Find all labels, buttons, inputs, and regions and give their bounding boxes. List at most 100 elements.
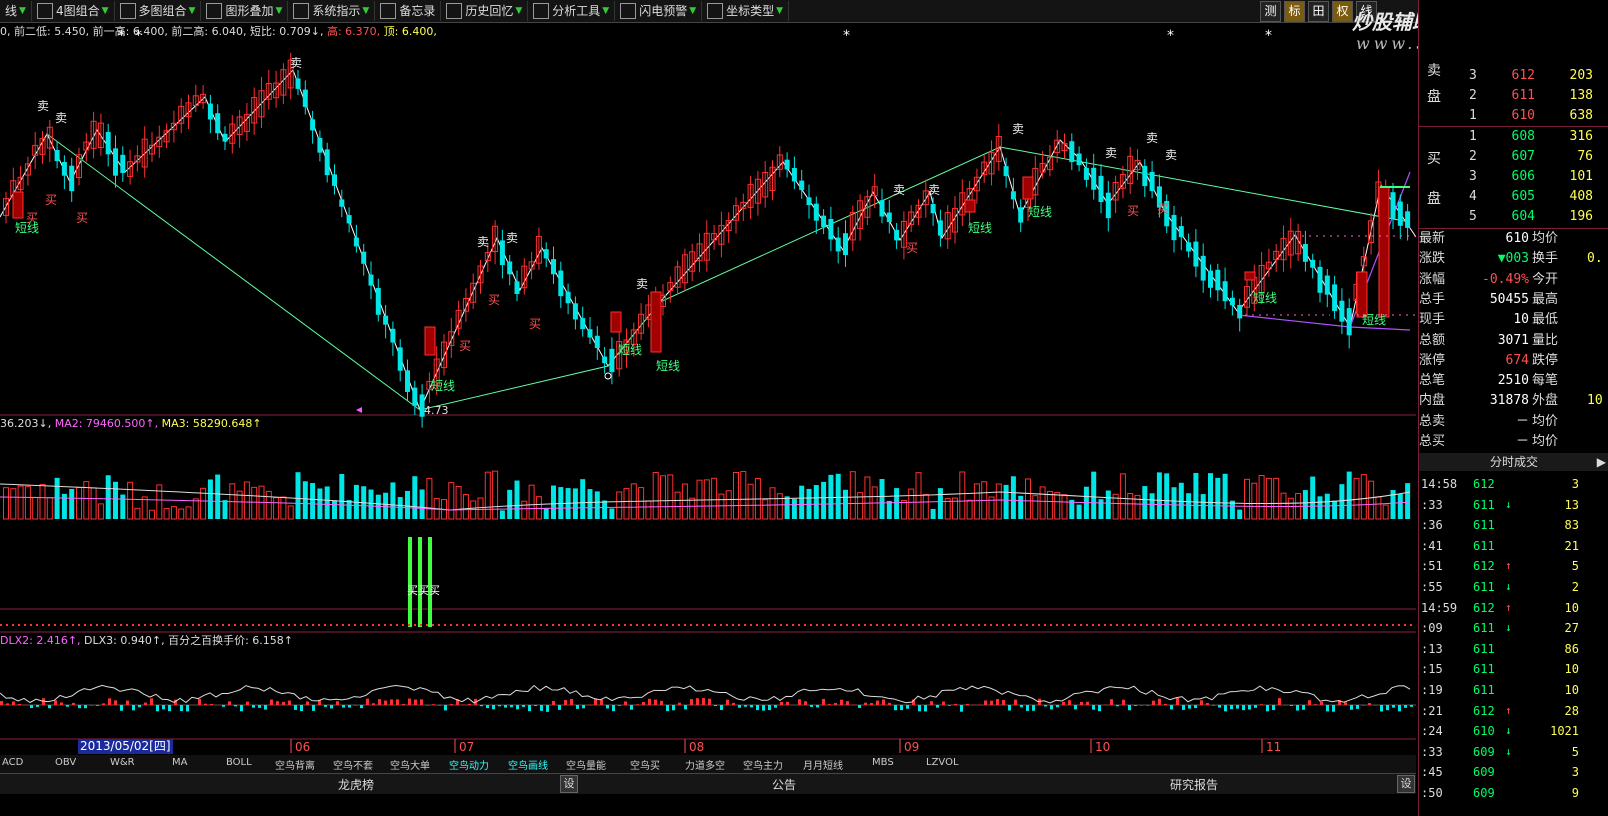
dropdown-arrow-icon: ▼ [101,6,109,16]
footer-settings-1[interactable]: 设 [560,775,578,793]
indicator-tab-4[interactable]: BOLL [226,757,252,768]
candle-body-down [1339,300,1345,322]
chart-mode-button-0[interactable]: 测 [1260,1,1281,22]
toolbar-item-2[interactable]: 多图组合 ▼ [115,1,202,21]
indicator-tab-15[interactable]: MBS [872,757,894,768]
indicator-bar [1116,705,1119,707]
indicator-bar [504,705,507,708]
sell-signal-label: 卖 [636,277,648,291]
candle-body-down [324,149,330,176]
volume-bar-up [718,493,725,520]
candle-body-down [572,303,578,320]
indicator-tab-14[interactable]: 月月短线 [803,757,843,772]
toolbar-item-3[interactable]: 图形叠加 ▼ [201,1,289,21]
indicator-tab-0[interactable]: ACD [2,757,23,768]
volume-bar-down [1010,476,1016,519]
toolbar-item-1[interactable]: 4图组合 ▼ [32,1,115,21]
toolbar-item-0[interactable]: 线 ▼ [0,1,32,21]
toolbar-square-icon [707,3,724,19]
tick-price: 612 [1473,559,1495,574]
volume-bar-up [900,499,907,520]
quote-panel: 卖 盘 买 盘 3 612 203 2 611 138 1 610 638 1 608 316 2 60… [1418,0,1608,816]
bid-row[interactable]: 5 604 196 [1419,207,1608,227]
tick-time: :45 [1421,765,1443,780]
bid-row[interactable]: 2 607 76 [1419,147,1608,167]
tick-price: 612 [1473,600,1495,615]
toolbar-item-7[interactable]: 分析工具 ▼ [528,1,616,21]
candle-body-down [1390,192,1396,219]
indicator-bar [1248,705,1251,710]
footer-longhubang[interactable]: 龙虎榜 [338,776,374,793]
info-footer: 龙虎榜 设 公告 研究报告 设 [0,773,1416,794]
indicator-bar [1356,705,1359,709]
indicator-tab-10[interactable]: 空鸟量能 [566,757,606,772]
footer-research[interactable]: 研究报告 [1170,776,1218,793]
candle-body-down [507,261,513,275]
candle-body-down [302,89,308,107]
ask-row[interactable]: 1 610 638 [1419,106,1608,126]
volume-bar-up [455,486,462,520]
indicator-tab-12[interactable]: 力道多空 [685,757,725,772]
bid-row[interactable]: 1 608 316 [1419,127,1608,147]
indicator-tab-5[interactable]: 空鸟背离 [275,757,315,772]
sell-signal-label: 卖 [55,111,67,125]
indicator-bar [288,700,291,705]
toolbar-item-5[interactable]: 备忘录 [375,1,442,21]
tick-price: 609 [1473,765,1495,780]
volume-bar-down [113,481,118,519]
tick-time: :13 [1421,641,1443,656]
indicator-bar [636,704,639,705]
indicator-bar [660,700,663,705]
toolbar-item-6[interactable]: 历史回忆 ▼ [441,1,529,21]
indicator-tab-11[interactable]: 空鸟买 [630,757,660,772]
footer-announcement[interactable]: 公告 [772,776,796,793]
indicator-bar [1278,698,1281,705]
indicator-bar [204,703,207,705]
indicator-bar [1098,705,1101,712]
ticks-expand-icon[interactable]: ▶ [1597,453,1606,471]
indicator-bar [1146,705,1149,706]
candle-body-down [551,259,556,275]
toolbar-item-8[interactable]: 闪电预警 ▼ [615,1,703,21]
highlight-candle [1022,176,1034,200]
candle-body-down [105,131,111,155]
indicator-tab-7[interactable]: 空鸟大单 [390,757,430,772]
volume-bar-down [324,486,330,519]
dropdown-arrow-icon: ▼ [188,6,196,16]
bid-row[interactable]: 4 605 408 [1419,187,1608,207]
footer-settings-2[interactable]: 设 [1397,775,1415,793]
indicator-bar [1080,701,1083,705]
toolbar-item-9[interactable]: 坐标类型 ▼ [702,1,790,21]
stat-key: 涨停 [1419,352,1446,368]
candle-body-down [937,220,943,236]
indicator-bar [1086,701,1089,705]
indicator-bar [102,703,105,705]
indicator-tab-3[interactable]: MA [172,757,187,768]
volume-bar-down [821,481,827,519]
toolbar-item-4[interactable]: 系统指示 ▼ [288,1,376,21]
volume-bar-up [762,499,769,520]
tick-time: :51 [1421,559,1443,574]
indicator-tab-13[interactable]: 空鸟主力 [743,757,783,772]
indicator-bar [282,701,285,705]
chart-mode-button-2[interactable]: 田 [1308,1,1329,22]
indicator-tab-16[interactable]: LZVOL [926,757,959,768]
indicator-tab-6[interactable]: 空鸟不套 [333,757,373,772]
indicator-bar [36,705,39,707]
indicator-bar [384,700,387,705]
candle-body-down [317,137,323,153]
tick-volume: 10 [1564,600,1579,615]
indicator-bar [294,705,297,710]
ask-row[interactable]: 2 611 138 [1419,86,1608,106]
indicator-tab-9[interactable]: 空鸟画线 [508,757,548,772]
toolbar-item-label: 系统指示 [312,4,361,18]
indicator-tab-2[interactable]: W&R [110,757,135,768]
indicator-tab-8[interactable]: 空鸟动力 [449,757,489,772]
ask-row[interactable]: 3 612 203 [1419,66,1608,86]
ticks-header[interactable]: 分时成交 ▶ [1419,453,1608,471]
bid-row[interactable]: 3 606 101 [1419,167,1608,187]
chart-mode-button-1[interactable]: 标 [1284,1,1305,22]
indicator-tab-1[interactable]: OBV [55,757,76,768]
indicator-bar [144,702,147,705]
stat-value: － [1515,413,1529,429]
